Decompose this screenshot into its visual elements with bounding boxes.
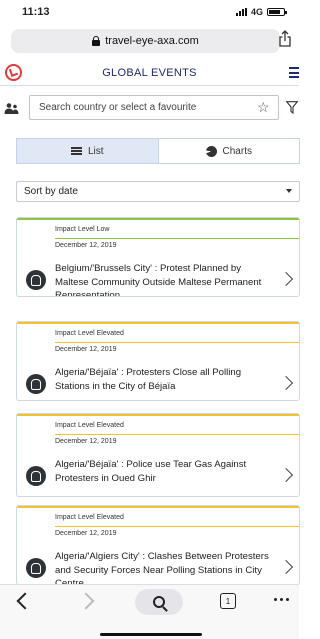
impact-level-line — [55, 526, 299, 527]
lock-icon — [92, 36, 101, 46]
people-icon[interactable] — [4, 103, 19, 114]
battery-icon — [267, 8, 287, 16]
tabs-button[interactable]: 1 — [220, 593, 236, 609]
impact-level-line — [55, 238, 299, 239]
tab-charts-label: Charts — [222, 145, 252, 157]
protest-fist-icon — [26, 466, 46, 486]
event-date: December 12, 2019 — [55, 530, 117, 537]
address-bar[interactable]: travel-eye-axa.com — [11, 29, 280, 53]
event-card[interactable]: Impact Level Low December 12, 2019 Belgi… — [16, 217, 300, 297]
logo-icon[interactable] — [5, 64, 22, 81]
browser-toolbar: 1 — [0, 584, 299, 639]
sort-label: Sort by date — [24, 186, 78, 197]
protest-fist-icon — [26, 374, 46, 394]
impact-level: Impact Level Elevated — [55, 330, 124, 337]
status-indicators: 4G — [235, 7, 287, 17]
event-title: Algeria/'Béjaïa' : Police use Tear Gas A… — [55, 459, 247, 484]
caret-down-icon — [286, 189, 292, 193]
chevron-right-icon[interactable] — [278, 467, 294, 483]
network-label: 4G — [250, 7, 263, 17]
event-title: Algeria/'Béjaïa' : Protesters Close all … — [55, 367, 242, 392]
event-date: December 12, 2019 — [55, 242, 117, 249]
impact-level: Impact Level Low — [55, 226, 110, 233]
forward-arrow-icon[interactable] — [77, 592, 95, 610]
event-title: Belgium/'Brussels City' : Protest Planne… — [55, 263, 262, 297]
filter-icon[interactable] — [286, 101, 298, 114]
search-input[interactable] — [29, 95, 279, 120]
status-time: 11:13 — [22, 6, 50, 18]
sort-select[interactable]: Sort by date — [16, 181, 300, 202]
pie-chart-icon — [205, 145, 217, 157]
tab-list-label: List — [87, 145, 104, 157]
event-date: December 12, 2019 — [55, 346, 117, 353]
favourite-star-icon[interactable]: ☆ — [257, 100, 270, 114]
event-title: Algeria/'Algiers City' : Clashes Between… — [55, 551, 269, 585]
more-options-icon[interactable] — [274, 598, 289, 601]
status-bar: 11:13 4G — [0, 0, 299, 24]
protest-fist-icon — [26, 270, 46, 290]
view-toggle: List Charts — [16, 138, 300, 164]
chevron-right-icon[interactable] — [278, 559, 294, 575]
tab-charts[interactable]: Charts — [158, 138, 300, 164]
share-icon[interactable] — [278, 30, 292, 48]
url-text: travel-eye-axa.com — [105, 35, 199, 47]
impact-level-bar — [17, 414, 299, 416]
impact-level-line — [55, 342, 299, 343]
search-row: ☆ — [0, 95, 299, 121]
protest-fist-icon — [26, 558, 46, 578]
hamburger-menu-icon[interactable] — [289, 67, 299, 78]
event-card[interactable]: Impact Level Elevated December 12, 2019 … — [16, 505, 300, 585]
impact-level-bar — [17, 218, 299, 220]
home-indicator — [100, 633, 202, 636]
event-card[interactable]: Impact Level Elevated December 12, 2019 … — [16, 413, 300, 497]
signal-icon — [235, 8, 247, 16]
tab-list[interactable]: List — [16, 138, 159, 164]
chevron-right-icon[interactable] — [278, 375, 294, 391]
impact-level-line — [55, 434, 299, 435]
impact-level-bar — [17, 322, 299, 324]
event-card[interactable]: Impact Level Elevated December 12, 2019 … — [16, 321, 300, 401]
list-icon — [70, 147, 82, 155]
browser-search-button[interactable] — [135, 589, 183, 615]
search-icon — [153, 596, 165, 608]
impact-level: Impact Level Elevated — [55, 514, 124, 521]
app-header: GLOBAL EVENTS — [0, 60, 299, 86]
impact-level-bar — [17, 506, 299, 508]
impact-level: Impact Level Elevated — [55, 422, 124, 429]
app-title: GLOBAL EVENTS — [102, 66, 197, 79]
back-arrow-icon[interactable] — [16, 592, 34, 610]
chevron-right-icon[interactable] — [278, 271, 294, 287]
event-date: December 12, 2019 — [55, 438, 117, 445]
